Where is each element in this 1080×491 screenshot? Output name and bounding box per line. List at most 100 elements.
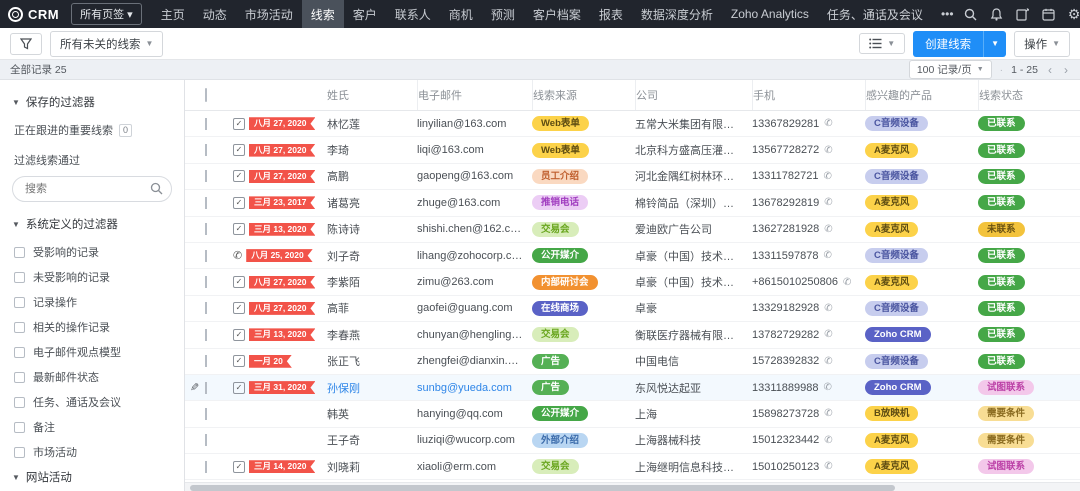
lastname-cell[interactable]: 刘子奇 — [327, 248, 417, 264]
column-header-email[interactable]: 电子邮件 — [417, 80, 532, 110]
all-tabs-dropdown[interactable]: 所有页签 ▾ — [71, 3, 142, 25]
column-header-lastname[interactable]: 姓氏 — [327, 87, 417, 103]
column-header-mobile[interactable]: 手机 — [752, 80, 865, 110]
system-filter-0[interactable]: 受影响的记录 — [12, 244, 172, 260]
checkbox[interactable] — [14, 371, 25, 383]
settings-gear-icon[interactable]: ⚙ — [1067, 6, 1080, 22]
list-view-toggle[interactable]: ▼ — [859, 33, 906, 54]
click-to-call-icon[interactable]: ✆ — [823, 171, 831, 182]
email-cell[interactable]: gaofei@guang.com — [417, 302, 532, 314]
row-checkbox[interactable] — [205, 328, 207, 341]
email-cell[interactable]: hanying@qq.com — [417, 408, 532, 420]
task-checklist-icon[interactable]: ✓ — [233, 196, 245, 209]
checkbox[interactable] — [14, 421, 25, 433]
system-filter-6[interactable]: 任务、通话及会议 — [12, 394, 172, 410]
click-to-call-icon[interactable]: ✆ — [824, 145, 832, 156]
task-checklist-icon[interactable]: ✓ — [233, 276, 245, 289]
column-header-product[interactable]: 感兴趣的产品 — [865, 80, 978, 110]
lastname-cell[interactable]: 林忆莲 — [327, 116, 417, 132]
zoho-crm-logo[interactable]: CRM — [8, 6, 59, 22]
email-cell[interactable]: zimu@263.com — [417, 276, 532, 288]
system-filter-4[interactable]: 电子邮件观点模型 — [12, 344, 172, 360]
compose-note-icon[interactable] — [1015, 7, 1030, 22]
website-activity-section-header[interactable]: ▼ 网站活动 — [12, 469, 172, 485]
filter-search-input[interactable] — [12, 176, 172, 202]
system-filter-5[interactable]: 最新邮件状态 — [12, 369, 172, 385]
click-to-call-icon[interactable]: ✆ — [824, 197, 832, 208]
navbar-item-10[interactable]: 数据深度分析 — [632, 0, 722, 28]
lastname-cell[interactable]: 韩英 — [327, 406, 417, 422]
create-lead-button[interactable]: 创建线索 — [913, 30, 984, 57]
calendar-icon[interactable] — [1041, 7, 1056, 22]
column-header-status[interactable]: 线索状态 — [978, 80, 1080, 110]
row-checkbox[interactable] — [205, 407, 207, 420]
page-size-dropdown[interactable]: 100 记录/页 ▼ — [908, 60, 992, 79]
click-to-call-icon[interactable]: ✆ — [824, 329, 832, 340]
navbar-item-12[interactable]: 任务、通话及会议 — [818, 0, 932, 28]
table-row[interactable]: ✓ 八月 27, 2020 高鹏 gaopeng@163.com 员工介绍 河北金隅红树林… — [185, 164, 1080, 191]
lastname-cell[interactable]: 诸葛亮 — [327, 195, 417, 211]
checkbox[interactable] — [14, 446, 25, 458]
table-row[interactable]: ✎ ✓ 三月 31, 2020 孙保刚 sunbg@yueda.com 广告 东风悦达起亚 1… — [185, 374, 1080, 402]
navbar-item-3[interactable]: 线索 — [301, 0, 344, 28]
row-checkbox[interactable] — [205, 460, 207, 473]
row-checkbox[interactable] — [205, 170, 207, 183]
search-icon[interactable] — [963, 7, 978, 22]
task-checklist-icon[interactable]: ✓ — [233, 223, 245, 236]
lastname-cell[interactable]: 陈诗诗 — [327, 221, 417, 237]
checkbox[interactable] — [14, 346, 25, 358]
next-page-button[interactable]: › — [1062, 63, 1070, 77]
lastname-cell[interactable]: 李琦 — [327, 142, 417, 158]
navbar-item-5[interactable]: 联系人 — [386, 0, 440, 28]
task-checklist-icon[interactable]: ✓ — [233, 381, 245, 394]
click-to-call-icon[interactable]: ✆ — [824, 118, 832, 129]
email-cell[interactable]: xiaoli@erm.com — [417, 461, 532, 473]
system-filter-2[interactable]: 记录操作 — [12, 294, 172, 310]
system-filters-section-header[interactable]: ▼ 系统定义的过滤器 — [12, 216, 172, 232]
lastname-cell[interactable]: 王子奇 — [327, 432, 417, 448]
email-cell[interactable]: shishi.chen@162.com — [417, 223, 532, 235]
checkbox[interactable] — [14, 296, 25, 308]
click-to-call-icon[interactable]: ✆ — [824, 461, 832, 472]
navbar-item-2[interactable]: 市场活动 — [236, 0, 302, 28]
click-to-call-icon[interactable]: ✆ — [824, 356, 832, 367]
table-row[interactable]: 韩英 hanying@qq.com 公开媒介 上海 15898273728 ✆ B放映机 需要… — [185, 401, 1080, 428]
table-row[interactable]: ✓ 三月 14, 2020 刘晓莉 xiaoli@erm.com 交易会 上海继明信息科技… — [185, 454, 1080, 481]
navbar-item-7[interactable]: 预测 — [482, 0, 524, 28]
click-to-call-icon[interactable]: ✆ — [823, 382, 831, 393]
filter-button[interactable] — [10, 32, 42, 55]
lastname-cell[interactable]: 刘晓莉 — [327, 459, 417, 475]
email-cell[interactable]: lihang@zohocorp.com — [417, 250, 532, 262]
table-row[interactable]: ✓ 八月 27, 2020 林忆莲 linyilian@163.com Web表单 五常大… — [185, 111, 1080, 138]
system-filter-3[interactable]: 相关的操作记录 — [12, 319, 172, 335]
lastname-cell[interactable]: 孙保刚 — [327, 380, 417, 396]
table-row[interactable]: ✓ 八月 27, 2020 高菲 gaofei@guang.com 在线商场 卓豪 1332… — [185, 296, 1080, 323]
task-checklist-icon[interactable]: ✓ — [233, 144, 245, 157]
system-filter-1[interactable]: 未受影响的记录 — [12, 269, 172, 285]
table-row[interactable]: 王子奇 liuziqi@wucorp.com 外部介绍 上海器械科技 150123234… — [185, 428, 1080, 455]
lastname-cell[interactable]: 李春燕 — [327, 327, 417, 343]
navbar-item-8[interactable]: 客户档案 — [524, 0, 590, 28]
click-to-call-icon[interactable]: ✆ — [824, 224, 832, 235]
click-to-call-icon[interactable]: ✆ — [823, 250, 831, 261]
task-checklist-icon[interactable]: ✓ — [233, 170, 245, 183]
lastname-cell[interactable]: 张正飞 — [327, 353, 417, 369]
navbar-item-6[interactable]: 商机 — [440, 0, 482, 28]
saved-filter-item[interactable]: 正在跟进的重要线索 0 — [14, 122, 172, 138]
lastname-cell[interactable]: 高鹏 — [327, 168, 417, 184]
task-checklist-icon[interactable]: ✓ — [233, 117, 245, 130]
email-cell[interactable]: liqi@163.com — [417, 144, 532, 156]
row-checkbox[interactable] — [205, 434, 207, 447]
checkbox[interactable] — [14, 321, 25, 333]
lastname-cell[interactable]: 高菲 — [327, 300, 417, 316]
task-checklist-icon[interactable]: ✓ — [233, 460, 245, 473]
email-cell[interactable]: zhengfei@dianxin.com — [417, 355, 532, 367]
email-cell[interactable]: gaopeng@163.com — [417, 170, 532, 182]
prev-page-button[interactable]: ‹ — [1046, 63, 1054, 77]
task-checklist-icon[interactable]: ✓ — [233, 355, 245, 368]
navbar-item-11[interactable]: Zoho Analytics — [722, 0, 818, 28]
navbar-item-9[interactable]: 报表 — [590, 0, 632, 28]
navbar-item-0[interactable]: 主页 — [152, 0, 194, 28]
table-row[interactable]: ✓ 一月 20 张正飞 zhengfei@dianxin.com 广告 中国电信 15728… — [185, 349, 1080, 375]
checkbox[interactable] — [14, 246, 25, 258]
